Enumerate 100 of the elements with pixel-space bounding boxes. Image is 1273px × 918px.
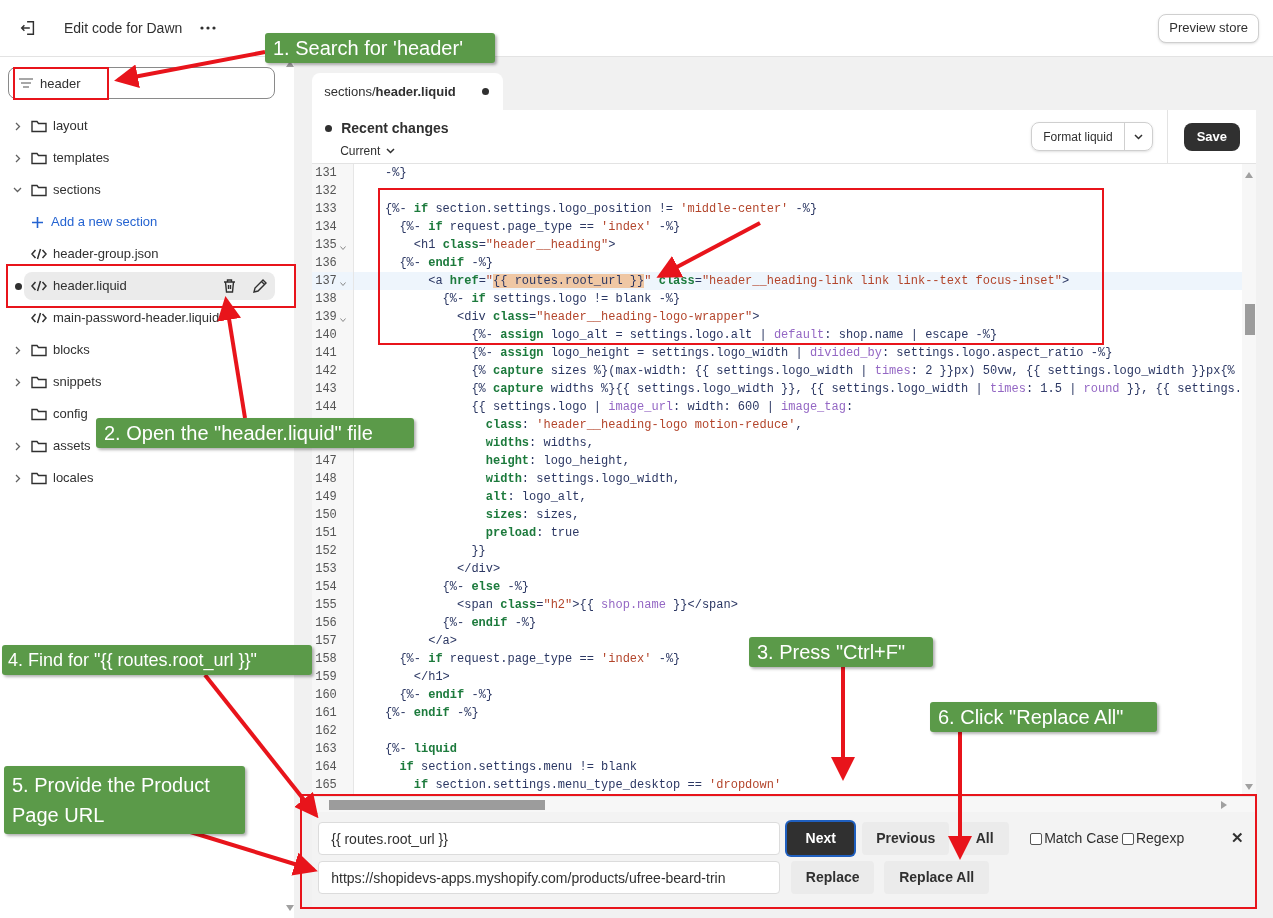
code-line: {%- assign logo_alt = settings.logo.alt | default: shop.name | escape -%} xyxy=(470,328,998,342)
version-dropdown[interactable]: Current xyxy=(340,142,396,160)
line-number: 141 xyxy=(315,345,337,362)
fold-icon[interactable] xyxy=(339,318,346,322)
folder-item[interactable]: layout xyxy=(31,116,88,136)
line-number: 158 xyxy=(315,651,337,668)
vertical-scrollbar[interactable] xyxy=(1242,164,1256,796)
folder-icon xyxy=(31,471,47,485)
folder-icon xyxy=(31,183,47,197)
file-item[interactable]: header.liquid xyxy=(24,272,275,300)
next-button[interactable]: Next xyxy=(787,822,855,855)
previous-button[interactable]: Previous xyxy=(862,822,950,855)
line-number: 140 xyxy=(315,327,337,344)
pencil-icon[interactable] xyxy=(253,279,267,293)
folder-item[interactable]: config xyxy=(31,404,88,424)
scroll-up-icon[interactable] xyxy=(286,61,294,67)
horizontal-scrollbar[interactable] xyxy=(312,796,1256,812)
option-checkbox[interactable]: Regexp xyxy=(1121,828,1185,849)
code-line: {% capture widths %}{{ settings.logo_width }}, {{ settings.logo_width | times: 1.5 | round }}, {{ settings. xyxy=(470,382,1242,396)
scrollbar-thumb[interactable] xyxy=(329,800,546,810)
folder-item[interactable]: sections xyxy=(31,180,101,200)
code-line: {%- assign logo_height = settings.logo_width | divided_by: settings.logo.aspect_ratio -%} xyxy=(470,346,1113,360)
folder-icon xyxy=(31,375,47,389)
item-label: snippets xyxy=(53,373,102,392)
folder-item[interactable]: assets xyxy=(31,436,91,456)
file-item[interactable]: header-group.json xyxy=(24,240,275,268)
fold-icon[interactable] xyxy=(339,282,346,286)
folder-icon xyxy=(31,343,47,357)
code-line: if section.settings.menu_type_desktop == 'dropdown' xyxy=(412,778,782,792)
preview-store-button[interactable]: Preview store xyxy=(1158,13,1259,43)
code-icon xyxy=(31,280,47,292)
search-field[interactable]: header xyxy=(8,67,275,99)
file-tab[interactable]: sections/header.liquid xyxy=(312,73,504,110)
line-number: 148 xyxy=(315,471,337,488)
fold-icon[interactable] xyxy=(339,246,346,250)
folder-item[interactable]: locales xyxy=(31,468,94,488)
folder-item[interactable]: templates xyxy=(31,148,110,168)
code-line: {% capture sizes %}(max-width: {{ settings.logo_width | times: 2 }}px) 50vw, {{ settings.logo_width }}px{% xyxy=(470,364,1235,378)
line-number: 163 xyxy=(315,741,337,758)
replace-all-button[interactable]: Replace All xyxy=(884,861,990,894)
line-number: 165 xyxy=(315,777,337,794)
line-number: 138 xyxy=(315,291,337,308)
replace-field[interactable]: https://shopidevs-apps.myshopify.com/products/ufree-beard-trin xyxy=(318,861,781,894)
plus-icon xyxy=(32,216,43,228)
chevron-right-icon[interactable] xyxy=(15,441,21,451)
item-label: main-password-header.liquid xyxy=(53,309,220,328)
scroll-down-icon[interactable] xyxy=(286,905,294,911)
close-button[interactable]: ✕ xyxy=(1231,827,1244,850)
chevron-right-icon[interactable] xyxy=(15,121,21,131)
line-number: 151 xyxy=(315,525,337,542)
folder-icon xyxy=(31,439,47,453)
line-number: 142 xyxy=(315,363,337,380)
line-number: 150 xyxy=(315,507,337,524)
code-line: {%- if settings.logo != blank -%} xyxy=(441,292,681,306)
line-number: 135 xyxy=(315,237,337,254)
option-checkbox[interactable]: Match Case xyxy=(1030,828,1119,849)
replace-button[interactable]: Replace xyxy=(791,861,875,894)
save-button[interactable]: Save xyxy=(1183,122,1240,151)
find-field[interactable]: {{ routes.root_url }} xyxy=(318,822,781,855)
chevron-down-icon xyxy=(386,148,396,154)
trash-icon[interactable] xyxy=(223,279,236,293)
scroll-right-icon[interactable] xyxy=(1221,801,1228,809)
file-item[interactable]: main-password-header.liquid xyxy=(24,304,275,332)
item-label: blocks xyxy=(53,341,90,360)
scrollbar-thumb[interactable] xyxy=(1245,304,1255,335)
exit-icon[interactable] xyxy=(19,19,37,37)
line-number: 132 xyxy=(315,183,337,200)
add-section-link[interactable]: Add a new section xyxy=(32,212,158,232)
code-line: <h1 class="header__heading"> xyxy=(412,238,616,252)
item-label: config xyxy=(53,405,88,424)
scroll-up-icon[interactable] xyxy=(1245,172,1253,178)
code-line: widths: widths, xyxy=(484,436,594,450)
line-number: 152 xyxy=(315,543,337,560)
code-line: -%} xyxy=(384,166,407,180)
code-line: {%- endif -%} xyxy=(398,688,494,702)
folder-item[interactable]: blocks xyxy=(31,340,90,360)
chevron-right-icon[interactable] xyxy=(15,153,21,163)
line-number: 157 xyxy=(315,633,337,650)
scroll-down-icon[interactable] xyxy=(1245,784,1253,790)
chevron-down-icon[interactable] xyxy=(13,187,22,193)
code-icon xyxy=(31,312,47,324)
code-line: }} xyxy=(470,544,486,558)
more-icon[interactable] xyxy=(200,25,217,31)
item-label: locales xyxy=(53,469,94,488)
folder-item[interactable]: snippets xyxy=(31,372,102,392)
filter-icon xyxy=(19,78,33,88)
folder-icon xyxy=(31,151,47,165)
code-line: width: settings.logo_width, xyxy=(484,472,681,486)
annotation-label: 3. Press "Ctrl+F" xyxy=(749,637,933,667)
chevron-right-icon[interactable] xyxy=(15,345,21,355)
chevron-right-icon[interactable] xyxy=(15,473,21,483)
chevron-right-icon[interactable] xyxy=(15,377,21,387)
annotation-label: 1. Search for 'header' xyxy=(265,33,495,63)
item-label: sections xyxy=(53,181,101,200)
code-line: {%- liquid xyxy=(384,742,458,756)
code-line: </a> xyxy=(427,634,458,648)
item-label: layout xyxy=(53,117,88,136)
code-line: class: 'header__heading-logo motion-reduce', xyxy=(484,418,803,432)
line-number: 153 xyxy=(315,561,337,578)
code-line: height: logo_height, xyxy=(484,454,630,468)
